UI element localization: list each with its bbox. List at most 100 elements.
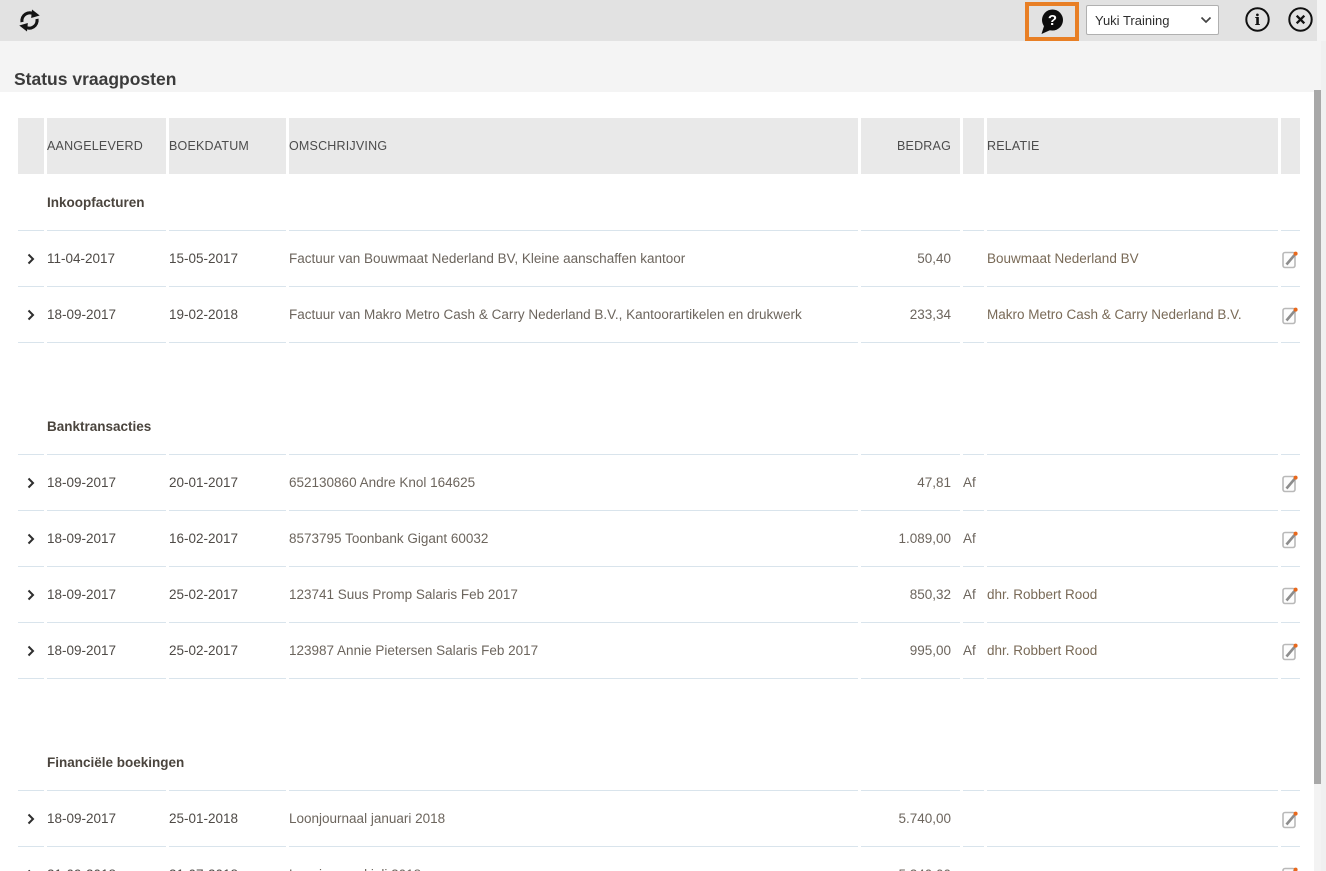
edit-note-pencil-icon [1282,531,1298,548]
svg-text:i: i [1255,11,1261,29]
table-row[interactable]: 18-09-2017 25-02-2017 123741 Suus Promp … [18,566,1300,622]
edit-button[interactable] [1281,230,1300,286]
edit-note-pencil-icon [1282,811,1298,828]
section-title: Banktransacties [47,418,152,434]
edit-button[interactable] [1281,790,1300,846]
chevron-right-icon [27,309,35,320]
column-header-omschrijving: OMSCHRIJVING [289,118,858,174]
cell-bedrag: 850,32 [861,566,960,622]
cell-aangeleverd: 18-09-2017 [47,286,166,342]
cell-bedrag: 1.089,00 [861,510,960,566]
table-row[interactable]: 18-09-2017 25-01-2018 Loonjournaal janua… [18,790,1300,846]
cell-relatie: dhr. Robbert Rood [987,622,1278,678]
cell-boekdatum: 15-05-2017 [169,230,286,286]
cell-aangeleverd: 18-09-2017 [47,790,166,846]
cell-omschrijving: Loonjournaal januari 2018 [289,790,858,846]
table-row[interactable]: 18-09-2017 25-02-2017 123987 Annie Piete… [18,622,1300,678]
expand-row-button[interactable] [18,286,44,342]
cell-boekdatum: 31-07-2018 [169,846,286,871]
right-edge-strip [1321,41,1326,871]
cell-af [963,790,984,846]
table-body: Inkoopfacturen 11-04-2017 15-05-2017 Fac… [18,174,1300,871]
cell-bedrag: 50,40 [861,230,960,286]
cell-af: Af [963,566,984,622]
cell-af: Af [963,622,984,678]
cell-relatie: Bouwmaat Nederland BV [987,230,1278,286]
edit-button[interactable] [1281,286,1300,342]
cell-relatie: Makro Metro Cash & Carry Nederland B.V. [987,286,1278,342]
tutorial-highlight-box: ? [1025,2,1079,41]
cell-bedrag: 5.740,00 [861,790,960,846]
edit-button[interactable] [1281,846,1300,871]
scrollbar-thumb[interactable] [1314,90,1321,784]
table-row[interactable]: 11-04-2017 15-05-2017 Factuur van Bouwma… [18,230,1300,286]
cell-omschrijving: Loonjournaal juli 2018 [289,846,858,871]
cell-af [963,846,984,871]
cell-bedrag: 233,34 [861,286,960,342]
edit-button[interactable] [1281,510,1300,566]
expand-row-button[interactable] [18,510,44,566]
cell-boekdatum: 19-02-2018 [169,286,286,342]
cell-omschrijving: Factuur van Bouwmaat Nederland BV, Klein… [289,230,858,286]
edit-note-pencil-icon [1282,587,1298,604]
chevron-right-icon [27,589,35,600]
column-header-aangeleverd: AANGELEVERD [47,118,166,174]
column-header-boekdatum: BOEKDATUM [169,118,286,174]
cell-omschrijving: Factuur van Makro Metro Cash & Carry Ned… [289,286,858,342]
edit-note-pencil-icon [1282,475,1298,492]
cell-relatie [987,510,1278,566]
expand-row-button[interactable] [18,790,44,846]
edit-button[interactable] [1281,566,1300,622]
section-header-row: Inkoopfacturen [18,174,1300,230]
vertical-scrollbar[interactable] [1314,90,1321,871]
cell-omschrijving: 123987 Annie Pietersen Salaris Feb 2017 [289,622,858,678]
help-button[interactable]: ? [1039,8,1066,36]
cell-boekdatum: 25-02-2017 [169,566,286,622]
expand-row-button[interactable] [18,566,44,622]
table-header-row: AANGELEVERD BOEKDATUM OMSCHRIJVING BEDRA… [18,118,1300,174]
cell-af [963,286,984,342]
close-circle-icon [1288,7,1313,32]
table-row[interactable]: 18-09-2017 20-01-2017 652130860 Andre Kn… [18,454,1300,510]
refresh-button[interactable] [17,8,42,33]
cell-aangeleverd: 18-09-2017 [47,566,166,622]
header-edit-col [1281,118,1300,174]
info-circle-icon: i [1245,7,1270,32]
chevron-right-icon [27,477,35,488]
cell-omschrijving: 652130860 Andre Knol 164625 [289,454,858,510]
expand-row-button[interactable] [18,454,44,510]
edit-button[interactable] [1281,454,1300,510]
edit-note-pencil-icon [1282,867,1298,871]
section-header-row: Financiële boekingen [18,734,1300,790]
cell-relatie: dhr. Robbert Rood [987,566,1278,622]
content-panel: AANGELEVERD BOEKDATUM OMSCHRIJVING BEDRA… [0,92,1314,871]
edit-note-pencil-icon [1282,307,1298,324]
chevron-right-icon [27,253,35,264]
cell-bedrag: 5.240,00 [861,846,960,871]
cell-relatie [987,790,1278,846]
expand-row-button[interactable] [18,622,44,678]
info-button[interactable]: i [1244,6,1271,33]
cell-omschrijving: 8573795 Toonbank Gigant 60032 [289,510,858,566]
cell-boekdatum: 16-02-2017 [169,510,286,566]
edit-button[interactable] [1281,622,1300,678]
cell-bedrag: 47,81 [861,454,960,510]
company-select[interactable]: Yuki Training [1086,5,1219,35]
cell-af [963,230,984,286]
cell-boekdatum: 20-01-2017 [169,454,286,510]
table-row[interactable]: 18-09-2017 16-02-2017 8573795 Toonbank G… [18,510,1300,566]
help-bubble-question-icon: ? [1041,9,1063,34]
table-row[interactable]: 21-09-2018 31-07-2018 Loonjournaal juli … [18,846,1300,871]
cell-aangeleverd: 11-04-2017 [47,230,166,286]
expand-row-button[interactable] [18,846,44,871]
chevron-right-icon [27,645,35,656]
top-toolbar: ? Yuki Training i [0,0,1317,41]
cell-aangeleverd: 18-09-2017 [47,622,166,678]
refresh-icon [19,9,40,32]
table-row[interactable]: 18-09-2017 19-02-2018 Factuur van Makro … [18,286,1300,342]
expand-row-button[interactable] [18,230,44,286]
close-button[interactable] [1287,6,1314,33]
vraagposten-table: AANGELEVERD BOEKDATUM OMSCHRIJVING BEDRA… [18,118,1300,871]
